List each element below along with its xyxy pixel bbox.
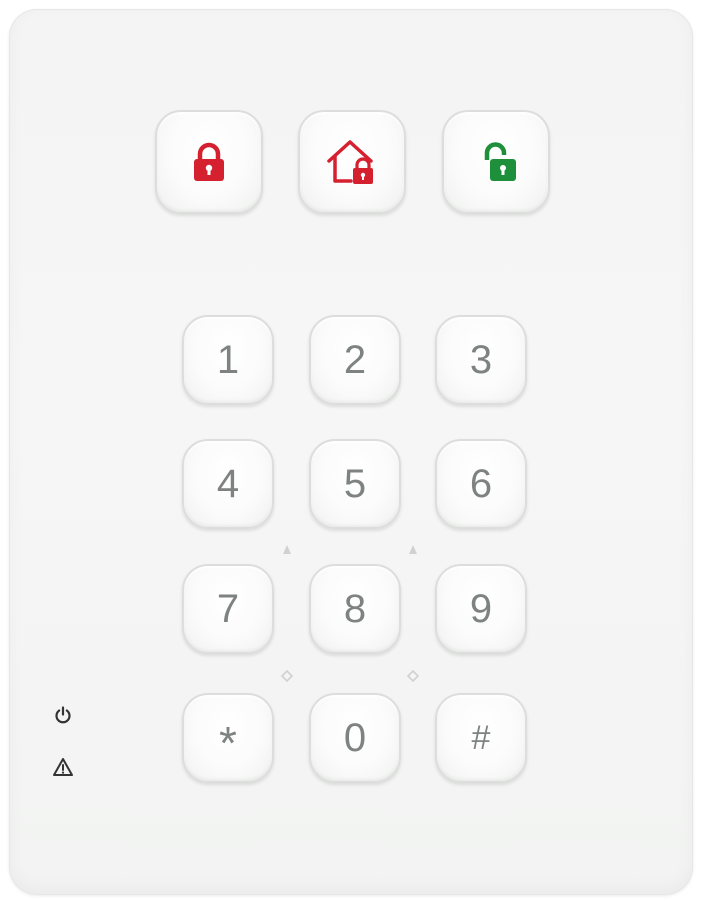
led-fire-icon [406,543,420,557]
key-9[interactable]: 9 [435,564,527,654]
key-label: 6 [469,462,493,506]
warning-icon [49,753,77,781]
key-label: 3 [469,338,493,382]
key-label: 0 [343,716,367,760]
keypad-device: 1 2 3 4 5 6 7 8 9 * 0 # [9,9,693,895]
key-label: # [471,719,491,757]
home-lock-icon [327,140,373,184]
key-label: 5 [343,462,367,506]
key-1[interactable]: 1 [182,315,274,405]
arm-away-button[interactable] [155,110,263,214]
key-7[interactable]: 7 [182,564,274,654]
led-diamond-icon [406,669,420,683]
unlock-icon [484,142,516,181]
key-label: 8 [343,587,367,631]
disarm-button[interactable] [442,110,550,214]
key-label: 2 [343,338,367,382]
power-icon [49,701,77,729]
key-label: 1 [216,338,240,382]
key-label: 7 [216,587,240,631]
led-diamond-icon [280,669,294,683]
lock-icon [194,142,224,181]
key-hash[interactable]: # [435,693,527,783]
key-star[interactable]: * [182,693,274,783]
key-label: 4 [216,462,240,506]
key-8[interactable]: 8 [309,564,401,654]
key-5[interactable]: 5 [309,439,401,529]
key-3[interactable]: 3 [435,315,527,405]
arm-home-button[interactable] [298,110,406,214]
key-4[interactable]: 4 [182,439,274,529]
led-fire-icon [280,543,294,557]
key-label: * [219,717,237,769]
key-2[interactable]: 2 [309,315,401,405]
key-6[interactable]: 6 [435,439,527,529]
key-label: 9 [469,587,493,631]
key-0[interactable]: 0 [309,693,401,783]
